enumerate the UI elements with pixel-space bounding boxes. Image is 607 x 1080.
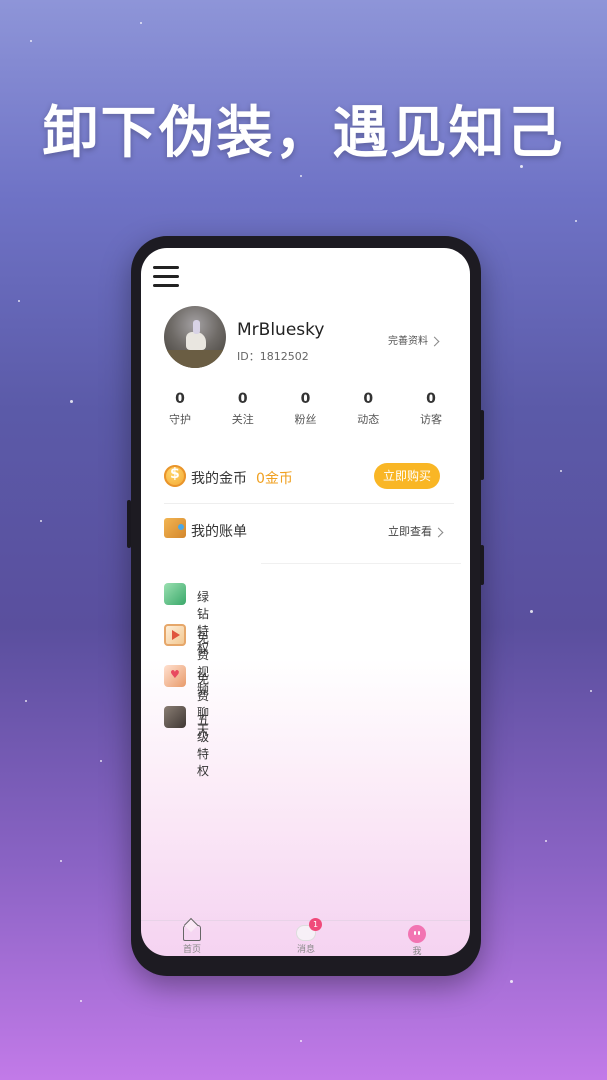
coins-label: 我的金币 — [191, 471, 247, 487]
stat-number: 0 — [426, 391, 436, 407]
divider — [164, 503, 454, 504]
level-icon — [164, 706, 186, 728]
tab-me[interactable]: 我 — [397, 925, 437, 956]
stat-following[interactable]: 0 关注 — [212, 391, 274, 427]
avatar[interactable] — [164, 306, 226, 368]
privilege-label: 五级特权 — [197, 713, 210, 778]
tab-home[interactable]: 首页 — [172, 925, 212, 955]
menu-icon[interactable] — [153, 266, 179, 288]
chevron-right-icon — [433, 527, 444, 537]
tab-label: 我 — [412, 947, 422, 956]
bill-label: 我的账单 — [191, 524, 247, 540]
stat-number: 0 — [300, 391, 311, 407]
edit-profile-link[interactable]: 完善资料 — [388, 332, 440, 347]
unread-badge: 1 — [309, 918, 322, 931]
stat-label: 守护 — [169, 413, 191, 426]
tab-label: 消息 — [296, 945, 315, 955]
phone-side-button — [480, 410, 484, 480]
coin-icon — [164, 465, 186, 487]
stat-visitors[interactable]: 0 访客 — [400, 391, 462, 427]
coins-row: 我的金币 0金币 立即购买 — [164, 463, 444, 493]
tab-label: 首页 — [182, 945, 201, 955]
edit-profile-label: 完善资料 — [388, 336, 428, 347]
user-id: ID：1812502 — [237, 350, 309, 363]
phone-side-button — [480, 545, 484, 585]
chevron-right-icon — [429, 336, 440, 346]
green-diamond-icon — [164, 583, 186, 605]
buy-coins-button[interactable]: 立即购买 — [374, 463, 440, 489]
stats-row: 0 守护 0 关注 0 粉丝 0 动态 0 访客 — [149, 391, 462, 427]
stat-number: 0 — [175, 391, 185, 407]
username: MrBluesky — [237, 320, 325, 340]
stat-number: 0 — [237, 391, 248, 407]
view-bill-label: 立即查看 — [388, 525, 432, 538]
bill-row[interactable]: 我的账单 立即查看 — [164, 516, 444, 546]
stat-number: 0 — [363, 391, 374, 407]
chat-icon — [164, 665, 186, 687]
tab-messages[interactable]: 1 消息 — [286, 918, 326, 955]
headline: 卸下伪装，遇见知己 — [42, 101, 565, 166]
message-icon: 1 — [296, 918, 322, 941]
stat-fans[interactable]: 0 粉丝 — [275, 391, 337, 427]
stat-label: 关注 — [231, 413, 254, 426]
stat-label: 访客 — [420, 413, 442, 426]
app-screen: MrBluesky ID：1812502 完善资料 0 守护 0 关注 0 粉丝… — [141, 248, 470, 956]
video-icon — [164, 624, 186, 646]
home-icon — [183, 925, 201, 941]
view-bill-link[interactable]: 立即查看 — [388, 523, 444, 539]
stat-posts[interactable]: 0 动态 — [337, 391, 399, 427]
stat-guard[interactable]: 0 守护 — [149, 391, 211, 427]
divider — [261, 563, 461, 564]
me-icon — [408, 925, 426, 943]
wallet-icon — [164, 518, 186, 538]
stat-label: 粉丝 — [294, 413, 317, 426]
phone-side-button — [127, 500, 131, 548]
stat-label: 动态 — [357, 413, 380, 426]
bottom-tab-bar: 首页 1 消息 我 — [141, 918, 470, 956]
coins-value: 0金币 — [256, 471, 293, 487]
